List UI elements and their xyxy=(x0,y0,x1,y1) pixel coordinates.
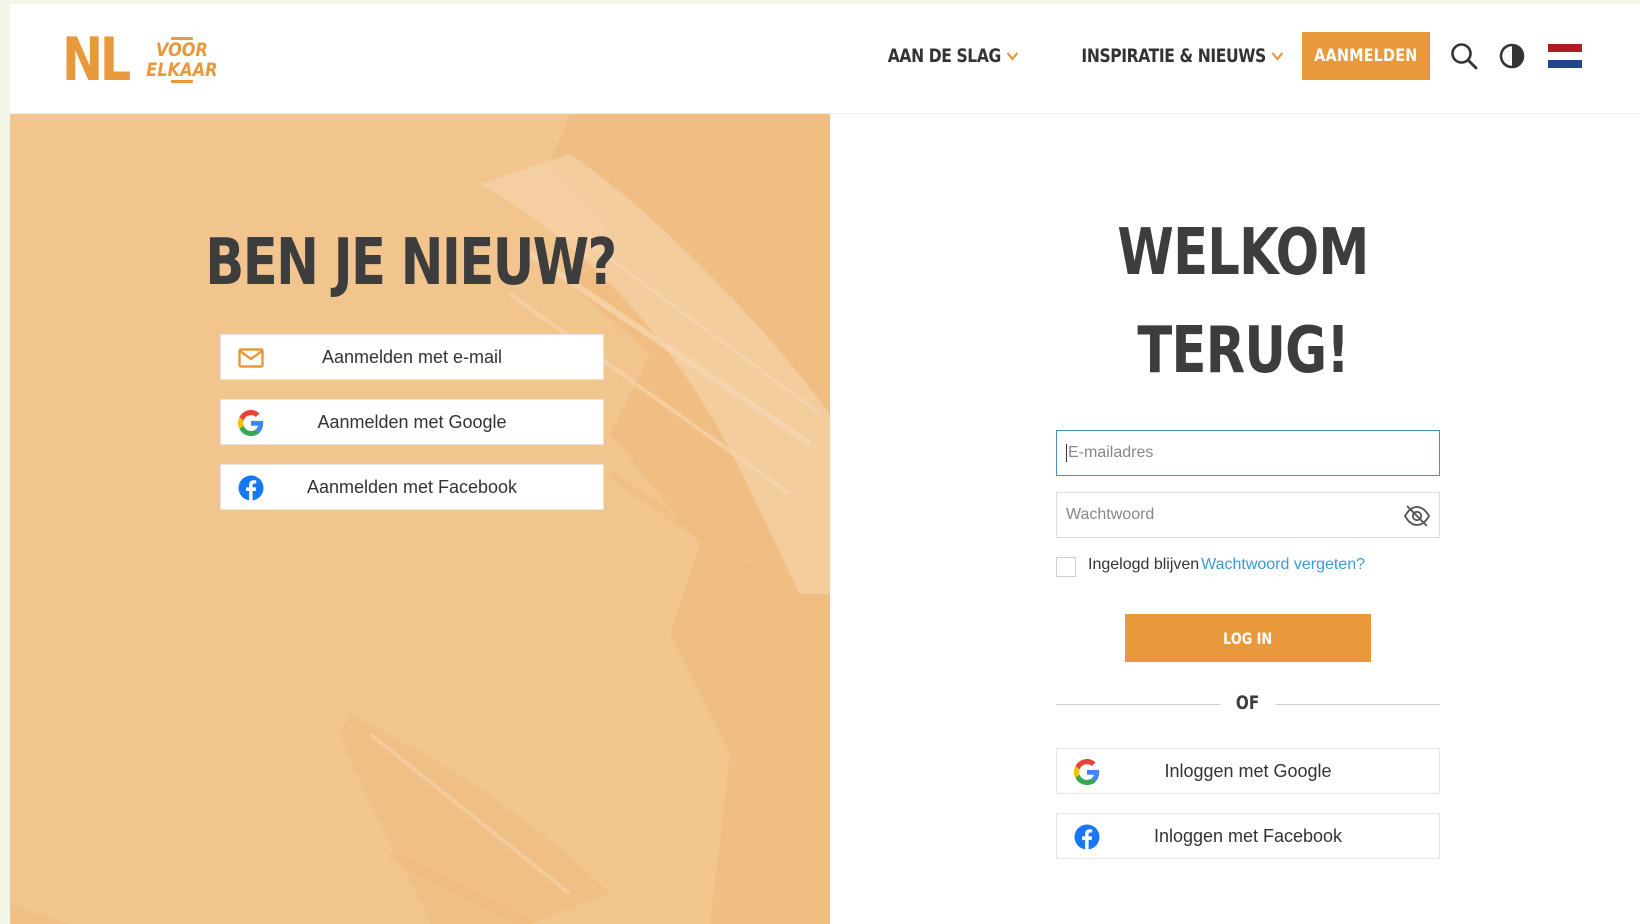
mail-icon xyxy=(237,344,265,372)
logo-sub-text: VOOR ELKAAR xyxy=(147,37,218,83)
site-header: NL VOOR ELKAAR AAN DE SLAG INSPIRATIE & … xyxy=(10,4,1640,114)
logo-sub-line2: ELKAAR xyxy=(146,59,219,81)
login-title-line1: WELKOM xyxy=(1117,216,1369,290)
remember-me-checkbox[interactable] xyxy=(1056,557,1076,577)
or-separator: OF xyxy=(1236,692,1260,714)
divider-left xyxy=(1056,704,1220,705)
signup-title: BEN JE NIEUW? xyxy=(204,226,617,300)
dutch-flag-icon[interactable] xyxy=(1548,44,1582,68)
logo-nl-text: NL xyxy=(62,25,131,95)
signup-google-button[interactable]: Aanmelden met Google xyxy=(220,399,604,445)
google-icon xyxy=(1073,758,1101,786)
login-button-label: LOG IN xyxy=(1223,628,1273,648)
remember-me-label[interactable]: Ingelogd blijven xyxy=(1088,556,1199,574)
login-facebook-button[interactable]: Inloggen met Facebook xyxy=(1056,813,1440,859)
login-facebook-label: Inloggen met Facebook xyxy=(1153,825,1343,846)
facebook-icon xyxy=(237,474,265,502)
nav-item-label: INSPIRATIE & NIEUWS xyxy=(1081,45,1267,67)
text-caret xyxy=(1066,444,1067,462)
signup-button-label: AANMELDEN xyxy=(1314,46,1418,66)
flag-red-stripe xyxy=(1548,44,1582,52)
nav-item-inspiratie-nieuws[interactable]: INSPIRATIE & NIEUWS xyxy=(1082,45,1284,67)
nav-item-aan-de-slag[interactable]: AAN DE SLAG xyxy=(888,45,1019,67)
search-icon[interactable] xyxy=(1446,38,1482,74)
login-google-button[interactable]: Inloggen met Google xyxy=(1056,748,1440,794)
login-button[interactable]: LOG IN xyxy=(1125,614,1371,662)
email-placeholder: E-mailadres xyxy=(1068,444,1154,461)
facebook-icon xyxy=(1073,823,1101,851)
chevron-down-icon xyxy=(1271,52,1284,61)
signup-facebook-button[interactable]: Aanmelden met Facebook xyxy=(220,464,604,510)
forgot-password-link[interactable]: Wachtwoord vergeten? xyxy=(1201,556,1365,574)
password-field[interactable]: Wachtwoord xyxy=(1056,492,1440,538)
nav-item-label: AAN DE SLAG xyxy=(888,45,1002,67)
main-nav: AAN DE SLAG INSPIRATIE & NIEUWS AANMELDE… xyxy=(859,31,1582,81)
chevron-down-icon xyxy=(1006,52,1019,61)
signup-email-label: Aanmelden met e-mail xyxy=(321,346,503,367)
flag-blue-stripe xyxy=(1548,60,1582,68)
signup-facebook-label: Aanmelden met Facebook xyxy=(306,476,518,497)
logo-sub-line1: VOOR xyxy=(156,39,209,61)
signup-panel: BEN JE NIEUW? Aanmelden met e-mail Aanme… xyxy=(10,114,830,924)
site-logo[interactable]: NL VOOR ELKAAR xyxy=(62,28,224,92)
flag-white-stripe xyxy=(1548,52,1582,60)
page-frame: NL VOOR ELKAAR AAN DE SLAG INSPIRATIE & … xyxy=(10,4,1640,924)
signup-button[interactable]: AANMELDEN xyxy=(1302,32,1430,80)
contrast-icon[interactable] xyxy=(1494,38,1530,74)
signup-google-label: Aanmelden met Google xyxy=(317,411,507,432)
google-icon xyxy=(237,409,265,437)
signup-email-button[interactable]: Aanmelden met e-mail xyxy=(220,334,604,380)
eye-off-icon[interactable] xyxy=(1403,504,1431,528)
divider-right xyxy=(1276,704,1440,705)
login-title-line2: TERUG! xyxy=(1137,314,1349,388)
email-field[interactable]: E-mailadres xyxy=(1056,430,1440,476)
logo-bar-bottom xyxy=(171,80,194,83)
password-placeholder: Wachtwoord xyxy=(1066,506,1155,523)
login-google-label: Inloggen met Google xyxy=(1164,760,1332,781)
